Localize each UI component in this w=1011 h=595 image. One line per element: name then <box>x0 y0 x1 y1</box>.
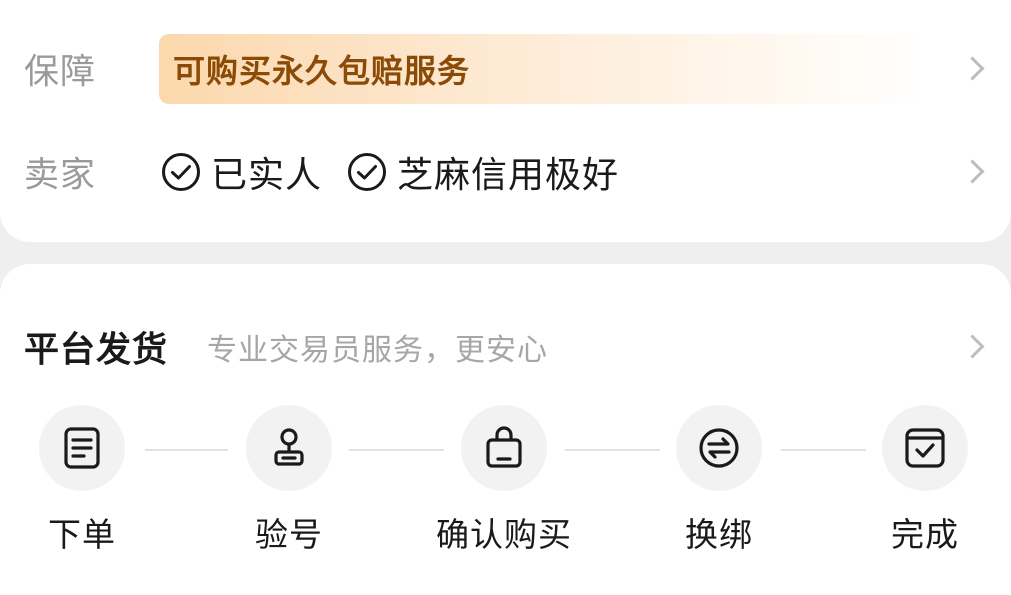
guarantee-banner-text: 可购买永久包赔服务 <box>173 52 471 90</box>
seller-tag-verified: 已实人 <box>161 146 322 198</box>
step-order <box>39 405 125 491</box>
section-title: 平台发货 <box>24 330 169 371</box>
seller-tag-credit: 芝麻信用极好 <box>347 146 619 198</box>
chevron-right-icon[interactable] <box>960 56 985 81</box>
check-circle-icon <box>348 153 386 191</box>
info-card: 保障 可购买永久包赔服务 卖家 已实人 芝麻信用极好 <box>0 0 1011 242</box>
step-connector <box>145 449 228 451</box>
checkbox-done-icon <box>905 428 945 468</box>
step-connector <box>565 449 660 451</box>
step-connector <box>349 449 444 451</box>
platform-shipping-header[interactable]: 平台发货 专业交易员服务，更安心 <box>0 319 1011 375</box>
swap-icon <box>699 428 739 468</box>
check-circle-icon <box>162 153 200 191</box>
step-label: 下单 <box>48 515 116 554</box>
step-label: 确认购买 <box>436 515 572 554</box>
seller-tag-text: 芝麻信用极好 <box>397 155 620 196</box>
step-connector <box>781 449 866 451</box>
step-verify <box>246 405 332 491</box>
shopping-bag-icon <box>486 426 522 468</box>
chevron-right-icon[interactable] <box>960 334 985 359</box>
platform-shipping-card: 平台发货 专业交易员服务，更安心 下单 验号 确认购买 换绑 完成 <box>0 264 1011 595</box>
seller-row[interactable]: 卖家 已实人 芝麻信用极好 <box>0 137 1011 207</box>
step-confirm-purchase <box>461 405 547 491</box>
section-subtitle: 专业交易员服务，更安心 <box>207 333 548 368</box>
guarantee-label: 保障 <box>24 52 97 93</box>
step-label: 换绑 <box>685 515 753 554</box>
step-complete <box>882 405 968 491</box>
step-label: 完成 <box>891 515 959 554</box>
guarantee-banner[interactable]: 可购买永久包赔服务 <box>159 34 929 104</box>
chevron-right-icon[interactable] <box>960 159 985 184</box>
step-rebind <box>676 405 762 491</box>
seller-tag-text: 已实人 <box>211 155 323 196</box>
stamp-icon <box>274 428 304 466</box>
seller-label: 卖家 <box>24 155 97 196</box>
guarantee-row[interactable]: 保障 可购买永久包赔服务 <box>0 34 1011 104</box>
step-label: 验号 <box>255 515 323 554</box>
order-document-icon <box>64 427 100 469</box>
